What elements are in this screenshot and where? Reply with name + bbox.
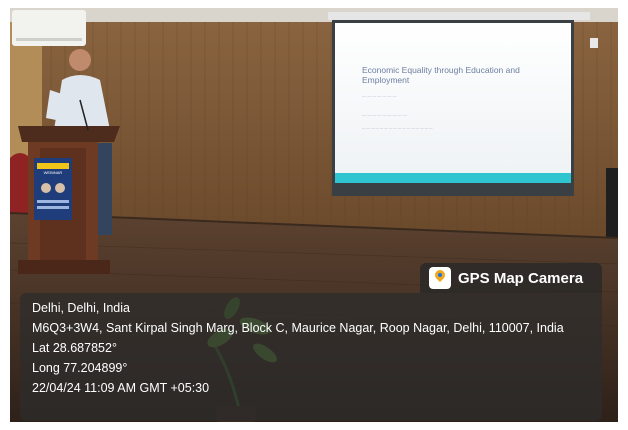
map-pin-icon — [429, 267, 451, 289]
timestamp: 22/04/24 11:09 AM GMT +05:30 — [32, 381, 210, 395]
gps-camera-badge: GPS Map Camera — [420, 263, 602, 293]
location-address: M6Q3+3W4, Sant Kirpal Singh Marg, Block … — [32, 321, 564, 335]
banner-title: WEBINAR — [44, 170, 63, 175]
slide-subtitle-line: — — — — — — — — — — [362, 112, 407, 117]
location-overlay: Delhi, Delhi, India M6Q3+3W4, Sant Kirpa… — [20, 293, 602, 421]
slide-subtitle-line: — — — — — — — — — — — — — — — — — [362, 126, 433, 130]
slide-title: Economic Equality through Education and … — [362, 65, 520, 85]
slide-subtitle-line: — — — — — — — — [362, 93, 397, 98]
screen-housing — [328, 12, 590, 20]
chair — [606, 168, 618, 248]
screenshot-frame: WEBINAR Economic Equality through Educat… — [0, 0, 628, 430]
latitude: Lat 28.687852° — [32, 341, 117, 355]
projection-screen — [335, 23, 571, 183]
app-name: GPS Map Camera — [458, 269, 584, 287]
location-city: Delhi, Delhi, India — [32, 301, 130, 315]
event-photo: WEBINAR Economic Equality through Educat… — [10, 8, 618, 422]
longitude: Long 77.204899° — [32, 361, 128, 375]
slide-footer-bar — [335, 173, 571, 183]
